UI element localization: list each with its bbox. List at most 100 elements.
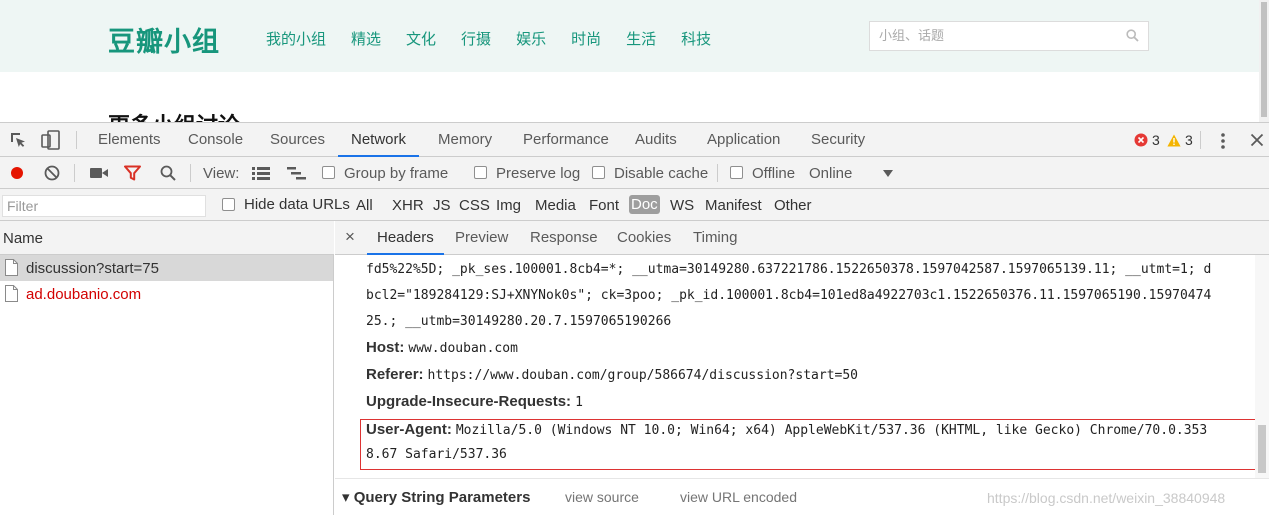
cookie-value-line: bcl2="189284129:SJ+XNYNok0s"; ck=3poo; _… xyxy=(366,288,1212,303)
filter-type-xhr[interactable]: XHR xyxy=(392,197,424,214)
tab-audits[interactable]: Audits xyxy=(635,123,677,157)
site-search-box xyxy=(869,21,1149,51)
view-url-encoded-link[interactable]: view URL encoded xyxy=(680,489,797,505)
page-scrollbar[interactable] xyxy=(1259,0,1269,122)
headers-content: fd5%22%5D; _pk_ses.100001.8cb4=*; __utma… xyxy=(335,255,1255,478)
request-details: × Headers Preview Response Cookies Timin… xyxy=(335,221,1269,515)
nav-entertainment[interactable]: 娱乐 xyxy=(516,28,546,49)
name-column-header: Name xyxy=(3,230,44,247)
filter-type-css[interactable]: CSS xyxy=(459,197,490,214)
header-row-upgrade-insecure: Upgrade-Insecure-Requests: 1 xyxy=(366,393,583,410)
nav-fashion[interactable]: 时尚 xyxy=(571,28,601,49)
tab-security[interactable]: Security xyxy=(811,123,865,157)
hide-data-urls-checkbox[interactable] xyxy=(222,198,235,211)
tab-application[interactable]: Application xyxy=(707,123,780,157)
nav-tech[interactable]: 科技 xyxy=(681,28,711,49)
nav-life[interactable]: 生活 xyxy=(626,28,656,49)
offline-label[interactable]: Offline xyxy=(752,165,795,182)
tab-network[interactable]: Network xyxy=(338,123,420,157)
filter-type-ws[interactable]: WS xyxy=(670,197,694,214)
header-value: https://www.douban.com/group/586674/disc… xyxy=(427,368,858,383)
tab-performance[interactable]: Performance xyxy=(523,123,609,157)
tab-headers[interactable]: Headers xyxy=(367,221,444,255)
tab-preview[interactable]: Preview xyxy=(455,221,508,255)
filter-type-media[interactable]: Media xyxy=(535,197,576,214)
details-scrollbar[interactable] xyxy=(1255,255,1269,478)
filter-type-manifest[interactable]: Manifest xyxy=(705,197,762,214)
error-count: 3 xyxy=(1152,132,1160,148)
warning-icon xyxy=(1167,134,1181,146)
chevron-down-icon[interactable] xyxy=(883,170,893,177)
request-row[interactable]: discussion?start=75 xyxy=(0,255,333,281)
request-list-header[interactable]: Name xyxy=(0,221,334,255)
record-icon[interactable] xyxy=(9,165,25,181)
header-key: Host: xyxy=(366,339,405,356)
preserve-log-label[interactable]: Preserve log xyxy=(496,165,580,182)
close-devtools-icon[interactable] xyxy=(1250,133,1264,147)
site-header: 豆瓣小组 我的小组 精选 文化 行摄 娱乐 时尚 生活 科技 xyxy=(0,0,1259,72)
tab-cookies[interactable]: Cookies xyxy=(617,221,671,255)
close-details-icon[interactable]: × xyxy=(345,227,355,247)
tab-console[interactable]: Console xyxy=(188,123,243,157)
header-key: Upgrade-Insecure-Requests: xyxy=(366,393,572,410)
search-icon[interactable] xyxy=(160,165,176,181)
nav-culture[interactable]: 文化 xyxy=(406,28,436,49)
page-heading: 更多小组讨论 xyxy=(108,108,240,122)
group-by-frame-checkbox[interactable] xyxy=(322,166,335,179)
filter-type-all[interactable]: All xyxy=(356,197,373,214)
error-badge[interactable]: 3 xyxy=(1134,132,1160,148)
throttling-select[interactable]: Online xyxy=(809,165,852,182)
capture-screenshots-icon[interactable] xyxy=(90,167,108,179)
view-source-link[interactable]: view source xyxy=(565,489,639,505)
preserve-log-checkbox[interactable] xyxy=(474,166,487,179)
warning-count: 3 xyxy=(1185,132,1193,148)
header-row-host: Host: www.douban.com xyxy=(366,339,518,356)
filter-type-img[interactable]: Img xyxy=(496,197,521,214)
large-rows-icon[interactable] xyxy=(252,167,270,180)
device-toolbar-icon[interactable] xyxy=(41,130,61,150)
view-label: View: xyxy=(203,165,240,182)
disable-cache-label[interactable]: Disable cache xyxy=(614,165,708,182)
query-string-section: ▾ Query String Parameters view source vi… xyxy=(335,478,1269,515)
query-string-title[interactable]: ▾ Query String Parameters xyxy=(342,488,530,506)
warning-badge[interactable]: 3 xyxy=(1167,132,1193,148)
filter-type-js[interactable]: JS xyxy=(433,197,451,214)
request-name: ad.doubanio.com xyxy=(26,286,142,303)
header-row-referer: Referer: https://www.douban.com/group/586… xyxy=(366,366,858,383)
request-row[interactable]: ad.doubanio.com xyxy=(0,281,333,307)
tab-response[interactable]: Response xyxy=(530,221,598,255)
filter-type-font[interactable]: Font xyxy=(589,197,619,214)
filter-type-doc[interactable]: Doc xyxy=(629,195,660,214)
douban-page: 豆瓣小组 我的小组 精选 文化 行摄 娱乐 时尚 生活 科技 更多小组讨论 xyxy=(0,0,1269,122)
filter-type-other[interactable]: Other xyxy=(774,197,812,214)
tab-timing[interactable]: Timing xyxy=(693,221,737,255)
disable-cache-checkbox[interactable] xyxy=(592,166,605,179)
filter-input[interactable] xyxy=(2,195,206,217)
document-file-icon xyxy=(5,259,18,276)
site-search-input[interactable] xyxy=(870,22,1110,50)
nav-my-groups[interactable]: 我的小组 xyxy=(266,28,326,49)
filter-bar: Hide data URLs All XHR JS CSS Img Media … xyxy=(0,189,1269,221)
detail-tabbar: × Headers Preview Response Cookies Timin… xyxy=(335,221,1269,255)
group-by-frame-label[interactable]: Group by frame xyxy=(344,165,448,182)
site-nav: 我的小组 精选 文化 行摄 娱乐 时尚 生活 科技 xyxy=(266,28,736,49)
cookie-value-line: fd5%22%5D; _pk_ses.100001.8cb4=*; __utma… xyxy=(366,262,1212,277)
site-logo[interactable]: 豆瓣小组 xyxy=(108,20,220,59)
nav-featured[interactable]: 精选 xyxy=(351,28,381,49)
search-icon[interactable] xyxy=(1126,29,1139,42)
request-name: discussion?start=75 xyxy=(26,260,159,277)
tab-sources[interactable]: Sources xyxy=(270,123,325,157)
more-options-icon[interactable] xyxy=(1216,132,1230,150)
inspect-element-icon[interactable] xyxy=(9,131,27,149)
filter-icon[interactable] xyxy=(124,165,141,181)
devtools-tabbar: Elements Console Sources Network Memory … xyxy=(0,123,1269,157)
request-list: Name discussion?start=75 ad.doubanio.com xyxy=(0,221,334,515)
tab-elements[interactable]: Elements xyxy=(98,123,161,157)
hide-data-urls-label[interactable]: Hide data URLs xyxy=(244,196,350,213)
tab-memory[interactable]: Memory xyxy=(438,123,492,157)
waterfall-overview-icon[interactable] xyxy=(287,167,306,180)
clear-icon[interactable] xyxy=(44,165,60,181)
nav-travel[interactable]: 行摄 xyxy=(461,28,491,49)
user-agent-highlight xyxy=(360,419,1255,470)
offline-checkbox[interactable] xyxy=(730,166,743,179)
